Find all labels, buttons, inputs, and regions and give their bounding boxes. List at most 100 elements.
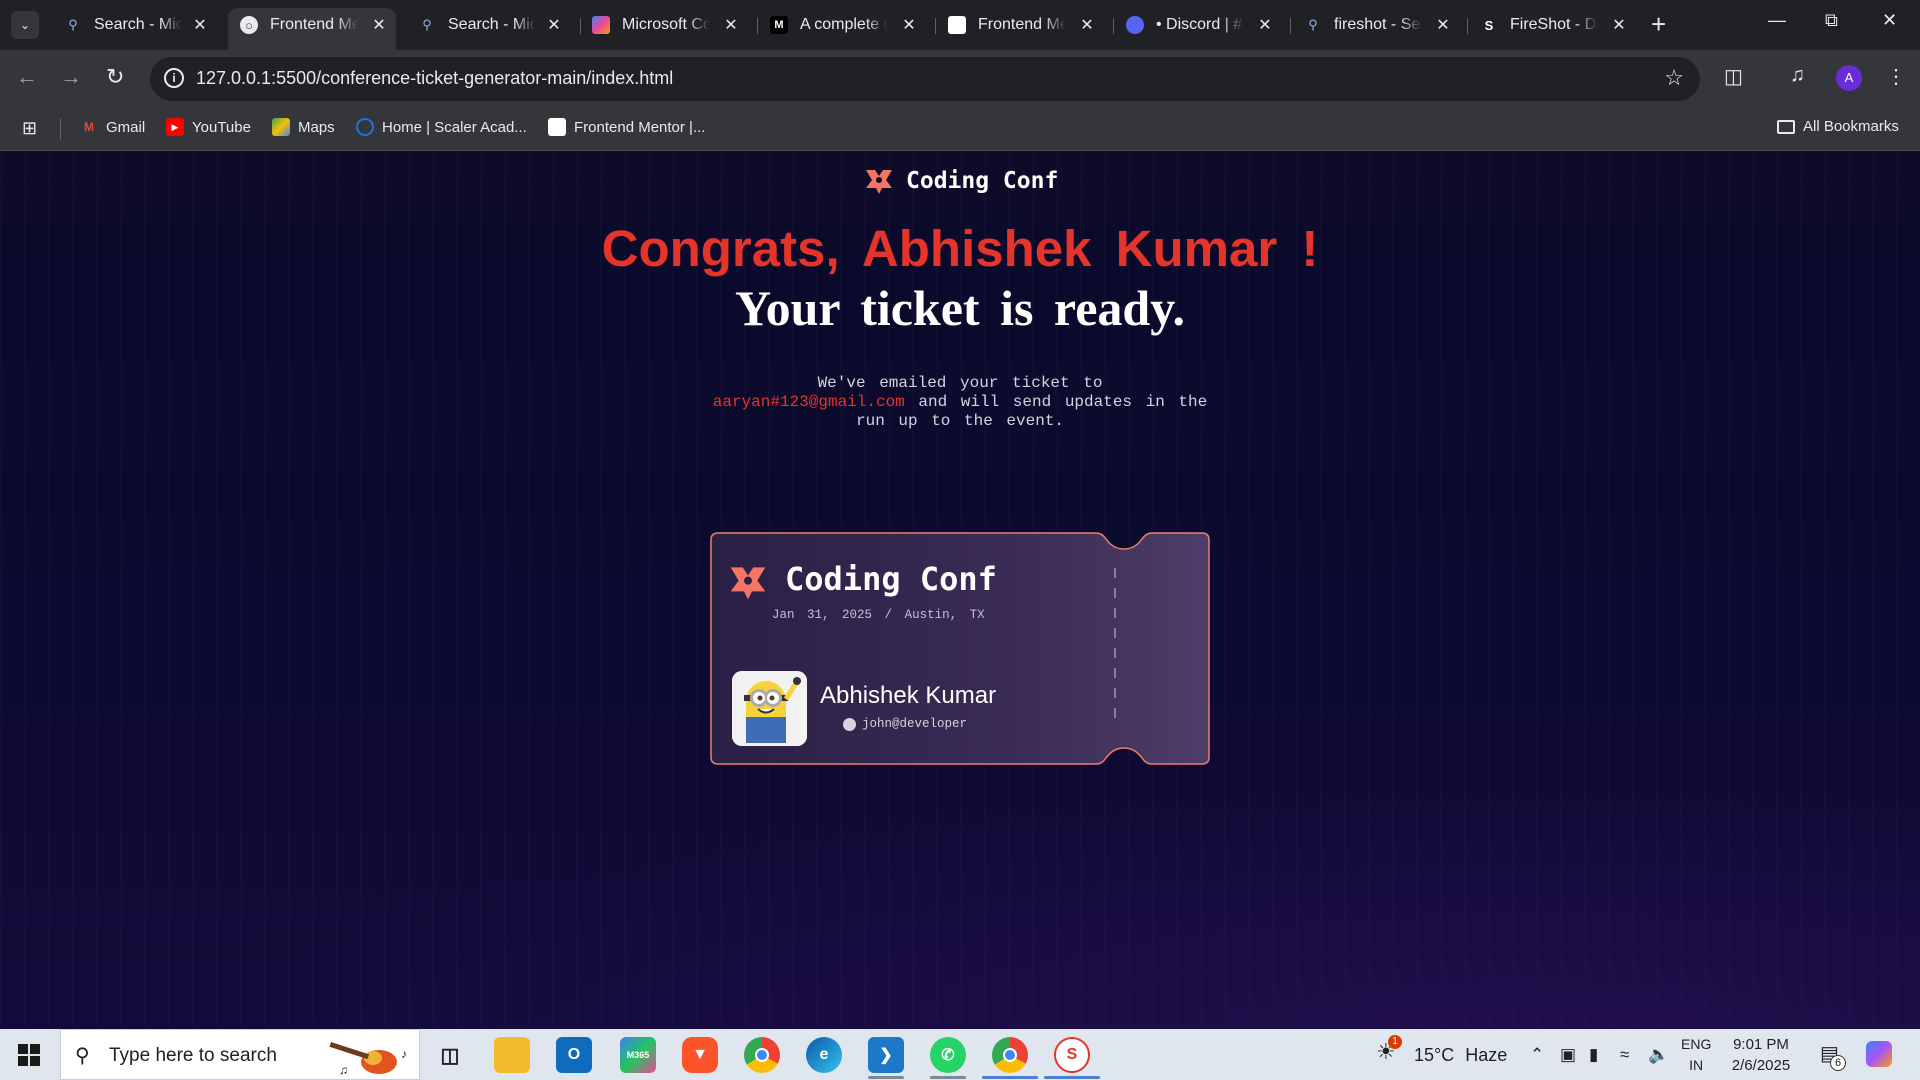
- close-icon[interactable]: ✕: [1078, 15, 1096, 35]
- browser-toolbar: ← → ↻ i 127.0.0.1:5500/conference-ticket…: [0, 50, 1920, 108]
- tab-fireshot[interactable]: S FireShot - Do ✕: [1468, 8, 1636, 42]
- weather-widget[interactable]: 15°C Haze: [1414, 1045, 1507, 1066]
- close-icon[interactable]: ✕: [1434, 15, 1452, 35]
- bookmarks-bar: ⊞ M Gmail ▶ YouTube Maps Home | Scaler A…: [0, 108, 1920, 151]
- forward-button[interactable]: →: [60, 64, 82, 90]
- medium-icon: M: [770, 16, 788, 34]
- bookmark-frontend-mentor[interactable]: Frontend Mentor |...: [548, 118, 705, 136]
- tab-search-button[interactable]: ⌄: [11, 11, 39, 39]
- tab-search-bing-2[interactable]: ⚲ Search - Microsoft Bing ✕: [406, 8, 571, 42]
- kebab-menu-icon[interactable]: ⋮: [1886, 64, 1906, 89]
- minimize-icon: —: [1768, 10, 1786, 30]
- m365-button[interactable]: M365: [620, 1037, 656, 1073]
- fireshot-icon: S: [1066, 1046, 1078, 1063]
- search-icon: ⚲: [422, 17, 432, 32]
- edge-icon: e: [819, 1046, 829, 1063]
- apps-grid-icon: ⊞: [22, 118, 38, 138]
- congrats-heading: Congrats, Abhishek Kumar !: [601, 220, 1319, 277]
- frontend-mentor-icon: ○: [240, 16, 258, 34]
- tab-fireshot-search[interactable]: ⚲ fireshot - Search ✕: [1292, 8, 1460, 42]
- close-icon[interactable]: ✕: [191, 15, 209, 35]
- start-button[interactable]: [18, 1044, 40, 1066]
- chevron-down-icon: ⌄: [19, 18, 31, 32]
- conference-ticket: Coding Conf Jan 31, 2025 / Austin, TX Ab…: [710, 532, 1210, 765]
- ticket-logo-icon: [730, 567, 766, 600]
- taskbar-search-placeholder[interactable]: Type here to search: [109, 1045, 277, 1067]
- extensions-icon[interactable]: ◫: [1724, 64, 1743, 89]
- copilot-icon: [592, 16, 610, 34]
- bookmark-scaler[interactable]: Home | Scaler Acad...: [356, 118, 527, 136]
- close-window-button[interactable]: ✕: [1882, 10, 1897, 31]
- edge-button[interactable]: e: [806, 1037, 842, 1073]
- tab-frontend-mentor-active[interactable]: ○ Frontend Mentor ✕: [228, 8, 396, 50]
- ticket-ready-heading: Your ticket is ready.: [735, 280, 1185, 336]
- ticket-date-location: Jan 31, 2025 / Austin, TX: [772, 608, 985, 622]
- close-icon[interactable]: ✕: [1256, 15, 1274, 35]
- arrow-left-icon: ←: [16, 64, 38, 89]
- ticket-brand: Coding Conf: [785, 560, 997, 598]
- brave-button[interactable]: ▼: [682, 1037, 718, 1073]
- tab-discord[interactable]: • Discord | # ✕: [1114, 8, 1282, 42]
- task-view-button[interactable]: ◫: [432, 1037, 468, 1073]
- minion-avatar-image: [732, 671, 807, 746]
- meet-now-icon[interactable]: ▣: [1560, 1045, 1576, 1065]
- back-button[interactable]: ←: [16, 64, 38, 90]
- tab-frontend-mentor-2[interactable]: Frontend Mentor ✕: [936, 8, 1104, 42]
- gmail-icon: M: [84, 120, 94, 134]
- notification-count-badge: 6: [1830, 1055, 1846, 1071]
- bookmark-gmail[interactable]: M Gmail: [80, 118, 145, 136]
- close-icon[interactable]: ✕: [370, 15, 388, 35]
- whatsapp-button[interactable]: ✆: [930, 1037, 966, 1073]
- attendee-name: Abhishek Kumar: [820, 682, 997, 709]
- tab-medium[interactable]: M A complete guide ✕: [758, 8, 926, 42]
- chrome-icon: [755, 1048, 769, 1062]
- apps-button[interactable]: ⊞: [22, 118, 37, 139]
- wifi-icon[interactable]: ≈: [1620, 1045, 1629, 1065]
- new-tab-button[interactable]: +: [1651, 11, 1666, 37]
- site-logo: Coding Conf: [864, 166, 1058, 196]
- whatsapp-running-indicator: [930, 1076, 966, 1079]
- url-text[interactable]: 127.0.0.1:5500/conference-ticket-generat…: [196, 68, 673, 89]
- tab-strip: ⌄ ⚲ Search - Microsoft Bing ✕ ○ Frontend…: [0, 0, 1920, 50]
- fireshot-icon: S: [1484, 17, 1494, 33]
- close-icon[interactable]: ✕: [545, 15, 563, 35]
- tab-copilot[interactable]: Microsoft Copilot ✕: [580, 8, 748, 42]
- chrome-active-button[interactable]: [992, 1037, 1028, 1073]
- chrome-active-indicator: [982, 1076, 1038, 1079]
- outlook-button[interactable]: O: [556, 1037, 592, 1073]
- taskbar-search[interactable]: ⚲ Type here to search ♫ ♪: [60, 1029, 420, 1080]
- profile-avatar[interactable]: A: [1836, 65, 1862, 91]
- address-bar[interactable]: i 127.0.0.1:5500/conference-ticket-gener…: [150, 57, 1700, 101]
- site-info-icon[interactable]: i: [164, 68, 184, 88]
- input-language[interactable]: ENG IN: [1681, 1034, 1711, 1076]
- tab-search-bing-1[interactable]: ⚲ Search - Microsoft Bing ✕: [52, 8, 217, 42]
- minimize-button[interactable]: —: [1768, 10, 1786, 31]
- m365-icon: M365: [626, 1050, 650, 1060]
- vscode-button[interactable]: ❯: [868, 1037, 904, 1073]
- bookmark-maps[interactable]: Maps: [272, 118, 335, 136]
- bookmark-star-icon[interactable]: ☆: [1664, 65, 1684, 91]
- system-clock[interactable]: 9:01 PM 2/6/2025: [1726, 1034, 1796, 1076]
- copilot-taskbar-icon[interactable]: [1866, 1041, 1892, 1067]
- restore-button[interactable]: ⧉: [1825, 10, 1838, 31]
- fireshot-active-indicator: [1044, 1076, 1100, 1079]
- show-hidden-icons-button[interactable]: ⌃: [1530, 1045, 1544, 1065]
- all-bookmarks-button[interactable]: All Bookmarks: [1777, 118, 1899, 135]
- file-explorer-button[interactable]: [494, 1037, 530, 1073]
- close-icon[interactable]: ✕: [722, 15, 740, 35]
- volume-icon[interactable]: 🔈: [1648, 1045, 1669, 1065]
- close-icon[interactable]: ✕: [900, 15, 918, 35]
- brave-icon: ▼: [692, 1046, 708, 1063]
- close-icon[interactable]: ✕: [1610, 15, 1628, 35]
- battery-icon[interactable]: ▮: [1589, 1045, 1598, 1065]
- close-icon: ✕: [1882, 10, 1898, 30]
- media-controls-icon[interactable]: ♫: [1790, 64, 1805, 87]
- fireshot-taskbar-button[interactable]: S: [1054, 1037, 1090, 1073]
- coding-conf-logo-icon: [866, 170, 892, 194]
- scaler-icon: [356, 118, 374, 136]
- reload-button[interactable]: ↻: [106, 64, 124, 90]
- reload-icon: ↻: [106, 64, 125, 89]
- bookmark-youtube[interactable]: ▶ YouTube: [166, 118, 251, 136]
- chrome-button[interactable]: [744, 1037, 780, 1073]
- vscode-icon: ❯: [879, 1047, 893, 1064]
